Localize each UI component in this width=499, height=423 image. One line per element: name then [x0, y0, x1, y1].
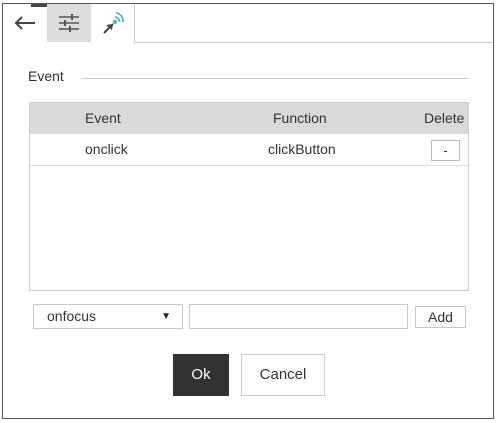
row-function: clickButton — [268, 141, 336, 157]
header-function: Function — [273, 110, 327, 126]
back-arrow-icon — [14, 16, 35, 30]
sliders-icon — [59, 14, 79, 32]
back-tab[interactable] — [3, 4, 47, 42]
tool-tabs — [3, 4, 135, 42]
dropdown-arrow-icon: ▼ — [161, 311, 171, 322]
toolbar-divider — [134, 42, 493, 43]
row-event: onclick — [85, 141, 128, 157]
event-pointer-icon — [103, 12, 124, 34]
add-event-button[interactable]: Add — [415, 306, 466, 328]
event-dialog: Event Event Function Delete onclick clic… — [2, 3, 494, 419]
header-delete: Delete — [424, 110, 465, 126]
header-event: Event — [85, 110, 121, 126]
delete-row-button[interactable]: - — [431, 140, 460, 161]
events-tab[interactable] — [91, 4, 135, 42]
properties-tab[interactable] — [47, 4, 91, 42]
section-legend: Event — [28, 68, 72, 84]
section-rule — [81, 78, 469, 79]
function-input[interactable] — [189, 304, 408, 329]
table-header: Event Function Delete — [30, 103, 468, 134]
cancel-button[interactable]: Cancel — [241, 354, 325, 396]
event-select[interactable]: onfocus ▼ — [33, 304, 183, 329]
events-table: Event Function Delete onclick clickButto… — [29, 102, 469, 291]
table-row[interactable]: onclick clickButton - — [30, 134, 468, 166]
tab-divider — [134, 4, 135, 43]
ok-button[interactable]: Ok — [173, 354, 229, 396]
event-select-value: onfocus — [47, 308, 97, 324]
